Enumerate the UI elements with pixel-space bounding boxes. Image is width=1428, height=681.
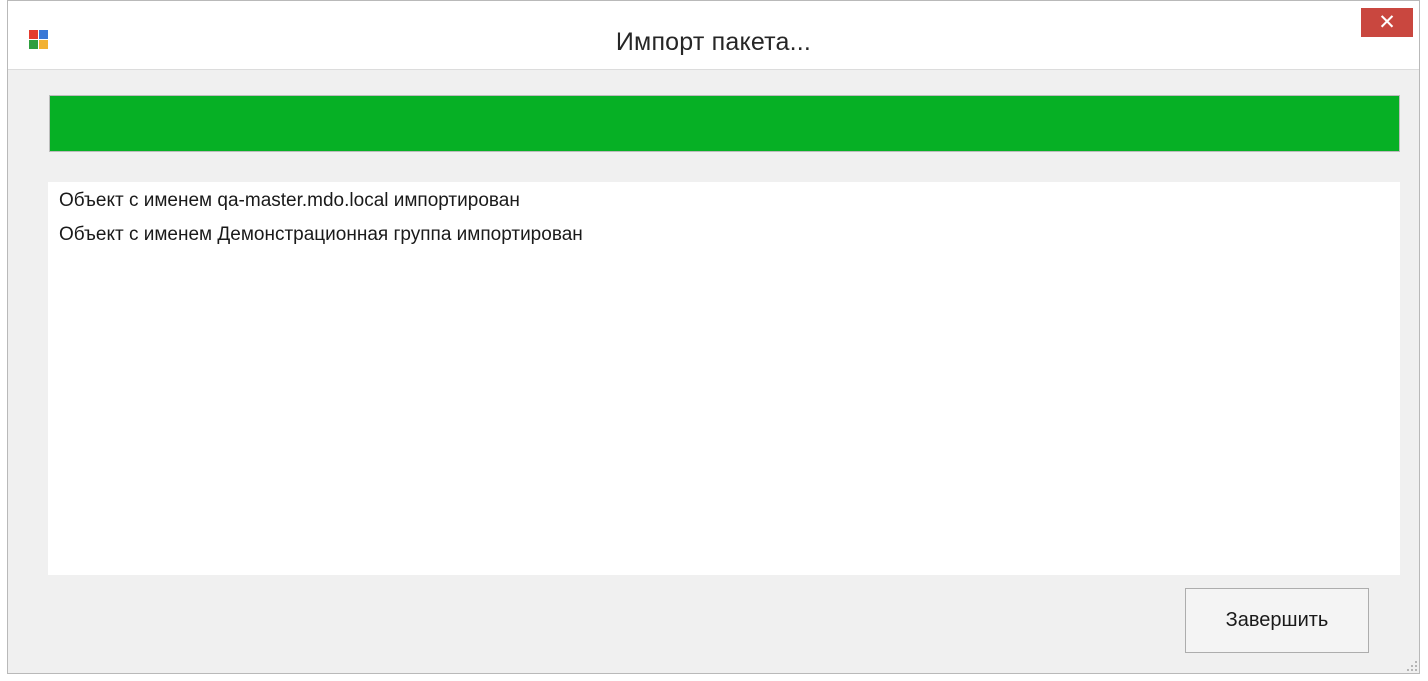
import-package-dialog: Импорт пакета... ✕ Объект с именем qa-ma…	[7, 0, 1420, 674]
progress-fill	[50, 96, 1399, 151]
close-icon: ✕	[1378, 11, 1396, 34]
log-entry[interactable]: Объект с именем qa-master.mdo.local импо…	[48, 189, 1400, 223]
log-entry[interactable]: Объект с именем Демонстрационная группа …	[48, 223, 1400, 257]
import-progress-bar	[49, 95, 1400, 152]
title-bar[interactable]: Импорт пакета... ✕	[8, 1, 1419, 70]
import-log-list[interactable]: Объект с именем qa-master.mdo.local импо…	[48, 182, 1400, 575]
close-button[interactable]: ✕	[1361, 8, 1413, 37]
resize-grip-icon[interactable]	[1405, 659, 1417, 671]
finish-button[interactable]: Завершить	[1185, 588, 1369, 653]
window-title: Импорт пакета...	[615, 28, 812, 56]
